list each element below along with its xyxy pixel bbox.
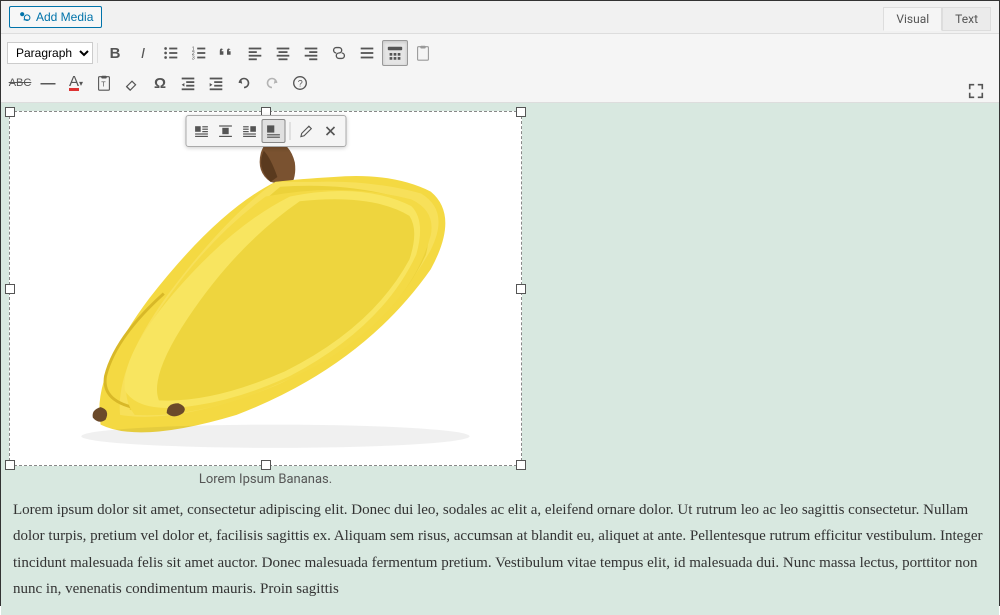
media-icon (18, 10, 32, 24)
image-block: Lorem Ipsum Bananas. (9, 111, 522, 479)
align-right-button[interactable] (298, 40, 324, 66)
fullscreen-button[interactable] (963, 78, 989, 104)
img-edit-button[interactable] (294, 119, 318, 143)
toolbar-row-1: Paragraph B I 123 (7, 38, 993, 68)
image-caption[interactable]: Lorem Ipsum Bananas. (9, 466, 522, 493)
strikethrough-button[interactable]: ABC (7, 70, 33, 96)
resize-handle-bl[interactable] (5, 460, 15, 470)
add-media-label: Add Media (36, 10, 93, 24)
content-area[interactable]: Lorem Ipsum Bananas. Lorem ipsum dolor s… (1, 103, 999, 615)
resize-handle-br[interactable] (516, 460, 526, 470)
indent-icon (207, 74, 225, 92)
close-icon (322, 123, 338, 139)
img-align-center-icon (217, 123, 233, 139)
help-icon: ? (291, 74, 309, 92)
toolbar: Paragraph B I 123 ABC — A ▾ T Ω (1, 34, 999, 103)
hr-button[interactable]: — (35, 70, 61, 96)
align-right-icon (302, 44, 320, 62)
align-center-button[interactable] (270, 40, 296, 66)
paste-text-icon: T (95, 74, 113, 92)
add-media-button[interactable]: Add Media (9, 6, 102, 28)
align-left-icon (246, 44, 264, 62)
resize-handle-rm[interactable] (516, 284, 526, 294)
resize-handle-tl[interactable] (5, 107, 15, 117)
format-select[interactable]: Paragraph (7, 42, 93, 64)
undo-icon (235, 74, 253, 92)
pencil-icon (298, 123, 314, 139)
quote-icon (218, 44, 236, 62)
blockquote-button[interactable] (214, 40, 240, 66)
eraser-icon (123, 74, 141, 92)
bold-button[interactable]: B (102, 40, 128, 66)
help-button[interactable]: ? (287, 70, 313, 96)
svg-text:?: ? (298, 79, 303, 89)
resize-handle-bm[interactable] (261, 460, 271, 470)
separator (289, 122, 290, 140)
body-paragraph[interactable]: Lorem ipsum dolor sit amet, consectetur … (9, 479, 991, 602)
bullet-list-icon (162, 44, 180, 62)
bullet-list-button[interactable] (158, 40, 184, 66)
redo-icon (263, 74, 281, 92)
tab-visual[interactable]: Visual (883, 7, 942, 31)
img-align-none-icon (265, 123, 281, 139)
img-remove-button[interactable] (318, 119, 342, 143)
editor-tabs: Visual Text (883, 7, 991, 31)
link-icon (330, 44, 348, 62)
img-align-none-button[interactable] (261, 119, 285, 143)
paste-button[interactable] (410, 40, 436, 66)
img-align-center-button[interactable] (213, 119, 237, 143)
italic-button[interactable]: I (130, 40, 156, 66)
number-list-button[interactable]: 123 (186, 40, 212, 66)
media-row: Add Media Visual Text (1, 1, 999, 34)
toolbar-toggle-icon (386, 44, 404, 62)
resize-handle-tr[interactable] (516, 107, 526, 117)
toolbar-toggle-button[interactable] (382, 40, 408, 66)
fullscreen-icon (967, 82, 985, 100)
more-icon (358, 44, 376, 62)
special-char-button[interactable]: Ω (147, 70, 173, 96)
separator (97, 43, 98, 63)
more-button[interactable] (354, 40, 380, 66)
outdent-button[interactable] (175, 70, 201, 96)
image-toolbar (185, 115, 346, 147)
link-button[interactable] (326, 40, 352, 66)
editor-wrapper: Add Media Visual Text Paragraph B I 123 (1, 1, 999, 605)
resize-handle-lm[interactable] (5, 284, 15, 294)
indent-button[interactable] (203, 70, 229, 96)
img-align-left-button[interactable] (189, 119, 213, 143)
banana-image (23, 121, 508, 456)
img-align-right-button[interactable] (237, 119, 261, 143)
tab-text[interactable]: Text (942, 7, 991, 31)
clear-format-button[interactable] (119, 70, 145, 96)
paste-icon (414, 44, 432, 62)
number-list-icon: 123 (190, 44, 208, 62)
undo-button[interactable] (231, 70, 257, 96)
toolbar-row-2: ABC — A ▾ T Ω ? (7, 68, 993, 98)
svg-text:3: 3 (192, 55, 195, 61)
outdent-icon (179, 74, 197, 92)
image-selected[interactable] (9, 111, 522, 466)
paste-text-button[interactable]: T (91, 70, 117, 96)
img-align-left-icon (193, 123, 209, 139)
align-left-button[interactable] (242, 40, 268, 66)
svg-text:T: T (101, 80, 106, 89)
img-align-right-icon (241, 123, 257, 139)
align-center-icon (274, 44, 292, 62)
textcolor-button[interactable]: A ▾ (63, 70, 89, 96)
redo-button[interactable] (259, 70, 285, 96)
